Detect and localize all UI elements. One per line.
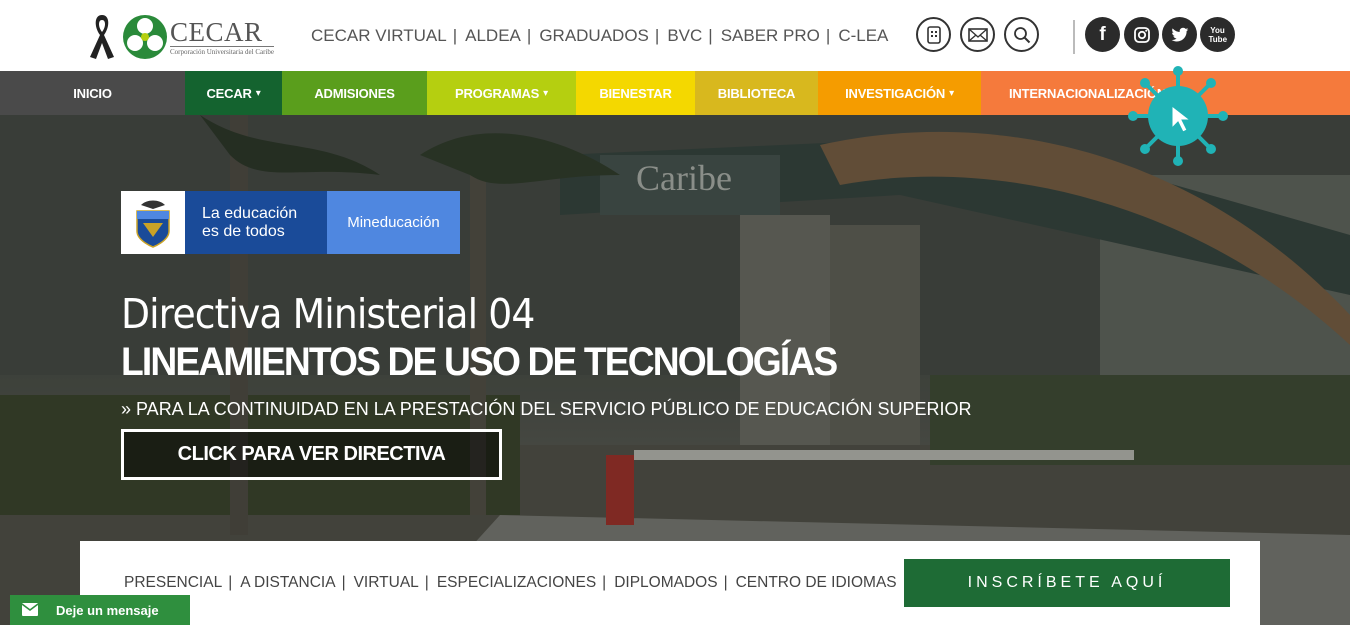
mourning-ribbon-icon	[90, 15, 114, 59]
separator: |	[526, 26, 532, 45]
hero-subtitle: Directiva Ministerial 04	[121, 290, 535, 338]
facebook-button[interactable]: f	[1085, 17, 1120, 52]
leave-message-button[interactable]: Deje un mensaje	[10, 595, 190, 625]
separator: |	[654, 26, 660, 45]
hero-description: » PARA LA CONTINUIDAD EN LA PRESTACIÓN D…	[121, 399, 972, 419]
phone-button[interactable]	[916, 17, 951, 52]
mineducacion-label: Mineducación	[327, 191, 460, 254]
top-link-aldea[interactable]: ALDEA	[465, 26, 521, 46]
header-divider	[1073, 20, 1075, 54]
modalities-panel: PRESENCIAL | A DISTANCIA | VIRTUAL | ESPECI…	[80, 541, 1260, 625]
chevron-down-icon: ▾	[255, 87, 261, 99]
instagram-button[interactable]	[1124, 17, 1159, 52]
top-link-c-lea[interactable]: C-LEA	[838, 26, 888, 46]
nav-item-label: BIBLIOTECA	[717, 85, 796, 101]
cecar-logo[interactable]: CECAR Corporación Universitaria del Cari…	[88, 12, 278, 62]
separator: |	[452, 26, 458, 45]
logo-subtitle: Corporación Universitaria del Caribe	[170, 46, 274, 56]
separator: |	[424, 574, 429, 591]
leave-message-label: Deje un mensaje	[56, 602, 159, 618]
top-link-cecar-virtual[interactable]: CECAR VIRTUAL	[311, 26, 447, 46]
inscribe-button[interactable]: INSCRÍBETE AQUÍ	[904, 559, 1230, 607]
envelope-icon	[22, 603, 38, 616]
nav-item-programas[interactable]: PROGRAMAS ▾	[427, 71, 576, 115]
nav-item-biblioteca[interactable]: BIBLIOTECA	[695, 71, 818, 115]
nav-item-label: INICIO	[73, 85, 112, 101]
nav-item-cecar[interactable]: CECAR ▾	[185, 71, 282, 115]
modality-link-diplomados[interactable]: DIPLOMADOS	[614, 574, 717, 592]
nav-item-label: PROGRAMAS	[455, 85, 540, 101]
logo-name: CECAR	[170, 17, 263, 47]
nav-item-label: CECAR	[206, 85, 252, 101]
separator: |	[602, 574, 607, 591]
modality-link-presencial[interactable]: PRESENCIAL	[124, 574, 222, 592]
mineducacion-badge: La educación es de todos Mineducación	[121, 191, 460, 254]
chevron-down-icon: ▾	[543, 87, 548, 99]
nav-item-bienestar[interactable]: BIENESTAR	[576, 71, 695, 115]
separator: |	[723, 574, 728, 591]
separator: |	[341, 574, 346, 591]
separator: |	[228, 574, 233, 591]
nav-item-inicio[interactable]: INICIO	[0, 71, 185, 115]
nav-item-label: INVESTIGACIÓN	[845, 85, 946, 101]
covid-virus-click-icon[interactable]	[1128, 66, 1228, 166]
instagram-icon	[1133, 26, 1150, 43]
phone-icon	[926, 25, 941, 44]
twitter-button[interactable]	[1162, 17, 1197, 52]
top-link-bvc[interactable]: BVC	[667, 26, 702, 46]
modality-link-a-distancia[interactable]: A DISTANCIA	[240, 574, 335, 592]
gov-badge-line1: La educación	[202, 204, 298, 222]
search-button[interactable]	[1004, 17, 1039, 52]
modality-link-centro-de-idiomas[interactable]: CENTRO DE IDIOMAS	[736, 574, 897, 592]
youtube-button[interactable]: You Tube	[1200, 17, 1235, 52]
nav-item-label: BIENESTAR	[599, 85, 672, 101]
nav-item-investigacion[interactable]: INVESTIGACIÓN ▾	[818, 71, 981, 115]
gov-badge-line2: es de todos	[202, 222, 285, 240]
modality-link-virtual[interactable]: VIRTUAL	[354, 574, 419, 592]
top-links: CECAR VIRTUAL | ALDEA | GRADUADOS | BVC | SA…	[311, 26, 888, 46]
top-link-graduados[interactable]: GRADUADOS	[539, 26, 649, 46]
mail-button[interactable]	[960, 17, 995, 52]
youtube-icon: You Tube	[1208, 25, 1228, 44]
modality-link-especializaciones[interactable]: ESPECIALIZACIONES	[437, 574, 596, 592]
site-header: CECAR Corporación Universitaria del Cari…	[0, 0, 1350, 71]
hero-title: LINEAMIENTOS DE USO DE TECNOLOGÍAS	[121, 340, 838, 384]
chevron-down-icon: ▾	[949, 87, 954, 99]
cecar-emblem-icon	[123, 15, 167, 59]
modality-links: PRESENCIAL | A DISTANCIA | VIRTUAL | ESPECI…	[124, 574, 897, 592]
separator: |	[708, 26, 713, 45]
separator: |	[825, 26, 831, 45]
nav-item-admisiones[interactable]: ADMISIONES	[282, 71, 427, 115]
twitter-icon	[1170, 27, 1188, 41]
mail-icon	[967, 27, 988, 42]
nav-item-label: ADMISIONES	[314, 85, 395, 101]
search-icon	[1013, 26, 1030, 43]
view-directive-button[interactable]: CLICK PARA VER DIRECTIVA	[121, 429, 502, 480]
colombia-coat-of-arms-icon	[121, 191, 185, 254]
facebook-icon: f	[1099, 23, 1106, 45]
top-link-saber-pro[interactable]: SABER PRO	[721, 26, 820, 46]
